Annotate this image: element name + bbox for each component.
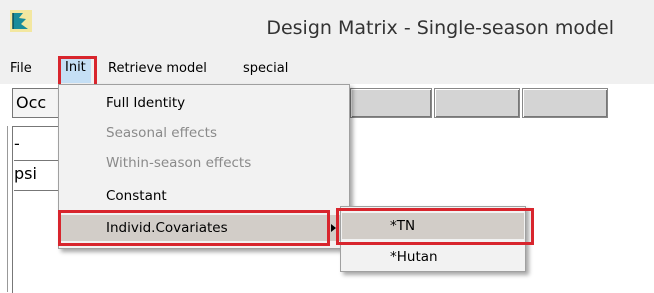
menu-item-constant[interactable]: Constant (60, 183, 348, 209)
column-header[interactable] (434, 88, 520, 118)
menu-file[interactable]: File (10, 61, 32, 76)
column-header[interactable] (350, 88, 432, 118)
menu-item-full-identity[interactable]: Full Identity (60, 90, 348, 116)
row-label: - (14, 134, 58, 161)
window-border (7, 126, 8, 292)
window-title: Design Matrix - Single-season model (266, 17, 614, 39)
menu-bar: File Init Retrieve model special (0, 56, 654, 84)
menu-retrieve-model[interactable]: Retrieve model (108, 61, 207, 76)
occ-label: Occ (16, 93, 47, 112)
covariates-highlight-box (58, 210, 330, 246)
column-header[interactable] (522, 88, 608, 118)
title-bar: Design Matrix - Single-season model (0, 0, 654, 56)
row-label: psi (14, 164, 58, 191)
menu-item-seasonal-effects: Seasonal effects (106, 125, 217, 141)
tn-highlight-box (336, 208, 534, 245)
menu-item-within-season-effects: Within-season effects (106, 155, 252, 171)
submenu-item-hutan[interactable]: *Hutan (342, 244, 524, 270)
menu-special[interactable]: special (243, 61, 288, 76)
